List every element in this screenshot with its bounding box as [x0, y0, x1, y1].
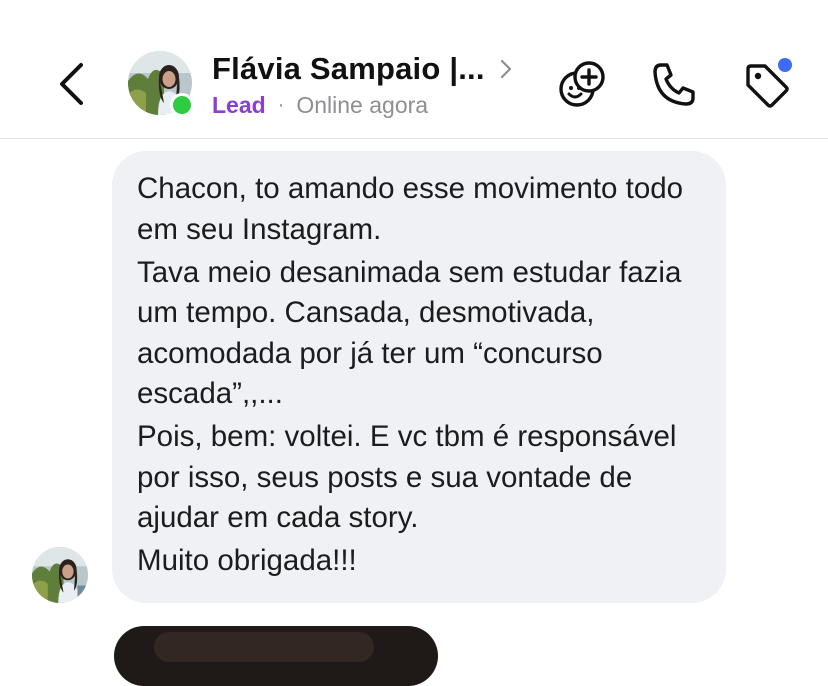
message-paragraph: Tava meio desanimada sem estudar fazia u…: [137, 255, 682, 411]
tag-button[interactable]: [738, 56, 794, 112]
contact-subtitle: Lead · Online agora: [212, 90, 428, 120]
sender-avatar[interactable]: [32, 547, 88, 603]
separator-dot: ·: [277, 93, 285, 116]
contact-name: Flávia Sampaio |...: [212, 51, 485, 86]
message-paragraph: Muito obrigada!!!: [137, 544, 357, 577]
phone-icon: [653, 63, 695, 106]
notification-dot: [778, 58, 792, 72]
status-text: Online agora: [296, 91, 429, 118]
chat-header: Flávia Sampaio |... Lead · Online agora: [0, 0, 828, 139]
media-message-preview[interactable]: [114, 626, 438, 686]
message-paragraph: Pois, bem: voltei. E vc tbm é responsáve…: [137, 420, 677, 534]
message-bubble[interactable]: Chacon, to amando esse movimento todo em…: [112, 151, 726, 603]
call-button[interactable]: [646, 56, 702, 112]
contact-name-link[interactable]: Flávia Sampaio |...: [212, 50, 515, 88]
chevron-left-icon: [60, 63, 83, 105]
message-paragraph: Chacon, to amando esse movimento todo em…: [137, 172, 684, 246]
online-indicator: [170, 93, 194, 117]
add-sticker-icon: [559, 61, 605, 107]
chevron-right-icon: [499, 58, 515, 80]
back-button[interactable]: [48, 58, 96, 110]
lead-label: Lead: [212, 91, 266, 118]
add-sticker-button[interactable]: [554, 56, 610, 112]
